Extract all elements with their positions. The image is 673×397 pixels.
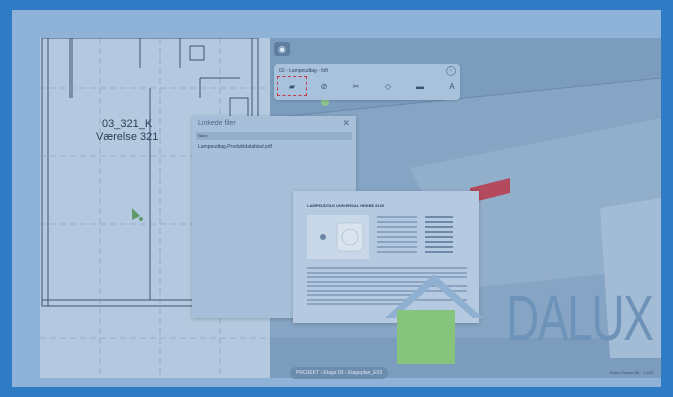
breadcrumb[interactable]: PROJEKT › Etage 03 › Etageplan_E03: [290, 367, 389, 379]
datasheet-title: LAMPEUDTAG UNIVERSAL HEKBE 8100: [307, 203, 385, 208]
datasheet-properties: [377, 215, 467, 255]
hide-icon[interactable]: ⊘: [310, 77, 338, 95]
viewer-status: Dalux Viewer 3D · 1:100: [609, 370, 653, 375]
room-name-label: Værelse 321: [96, 131, 159, 143]
object-title: 03 - Lampeudtag - loft: [279, 68, 328, 74]
dialog-title: Linkede filer: [198, 120, 236, 127]
room-id-label: 03_321_K: [102, 118, 153, 130]
scissors-icon[interactable]: ✂: [342, 77, 370, 95]
toolbar-buttons: ▰ ⊘ ✂ ◇ ▬ A: [277, 76, 470, 96]
column-header-name[interactable]: Navn: [196, 132, 352, 140]
product-image: [307, 215, 369, 259]
file-item[interactable]: Lampeudtag,Produktdatablad.pdf: [198, 144, 272, 150]
circle-close-icon[interactable]: ×: [446, 66, 456, 76]
measure-icon[interactable]: ▬: [406, 77, 434, 95]
folder-icon[interactable]: ▰: [277, 76, 307, 96]
camera-icon[interactable]: ◉: [274, 42, 290, 56]
house-logo-icon: [385, 274, 483, 364]
text-icon[interactable]: A: [438, 77, 466, 95]
app-frame: 03_321_K Værelse 321 ◉ 03 - Lampeudtag -…: [12, 10, 661, 387]
close-icon[interactable]: ✕: [342, 118, 350, 129]
object-toolbar: 03 - Lampeudtag - loft × ▰ ⊘ ✂ ◇ ▬ A: [274, 64, 460, 100]
tag-icon[interactable]: ◇: [374, 77, 402, 95]
dalux-logo: DALUX: [506, 282, 654, 354]
